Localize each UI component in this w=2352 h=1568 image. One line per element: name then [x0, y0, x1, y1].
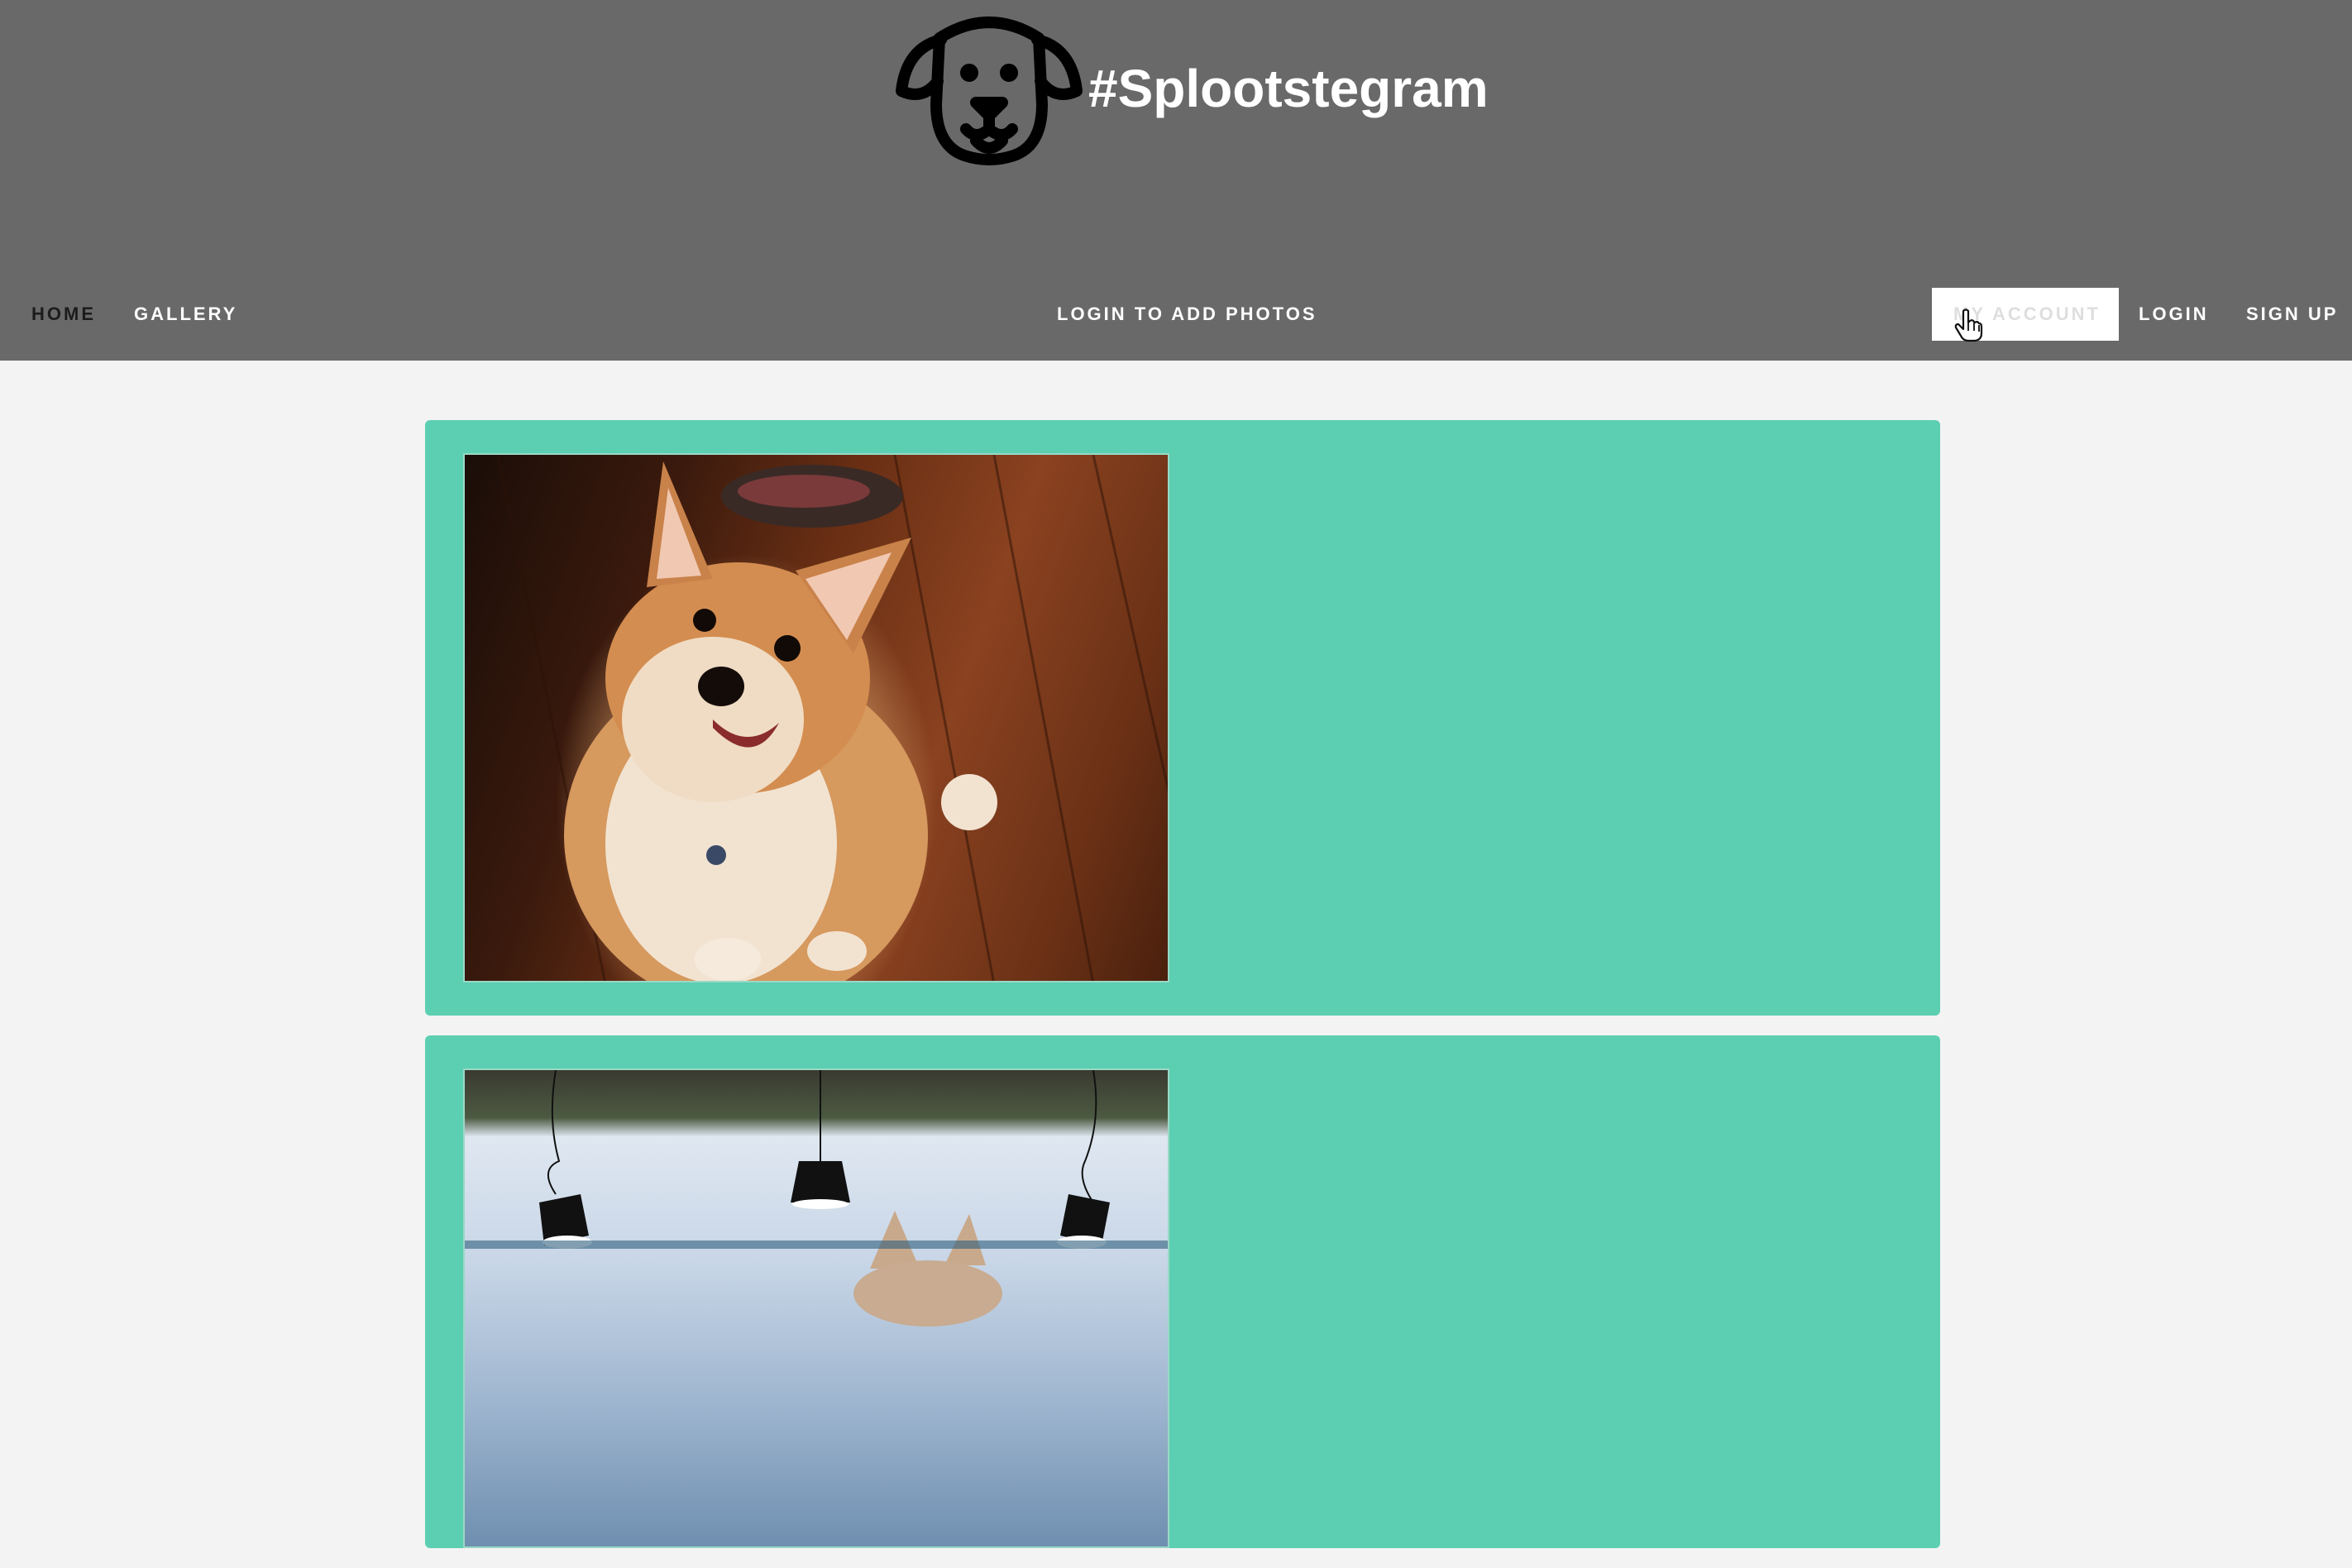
post-photo[interactable] [463, 1068, 1169, 1548]
site-header: #Splootstegram HOME GALLERY LOGIN TO ADD… [0, 0, 2352, 361]
brand[interactable]: #Splootstegram [890, 5, 1489, 175]
nav-sign-up-link[interactable]: SIGN UP [2246, 281, 2338, 347]
nav-home-link[interactable]: HOME [31, 281, 96, 347]
login-to-add-photos-link[interactable]: LOGIN TO ADD PHOTOS [1057, 281, 1317, 347]
nav-login-link[interactable]: LOGIN [2139, 281, 2209, 347]
post-photo[interactable] [463, 453, 1169, 982]
dog-face-icon [890, 5, 1088, 175]
site-title: #Splootstegram [1088, 59, 1489, 118]
photo-feed [425, 420, 1940, 1568]
post-card [425, 420, 1940, 1016]
hand-pointer-cursor-icon [1953, 308, 1983, 342]
main-nav: HOME GALLERY LOGIN TO ADD PHOTOS MY ACCO… [0, 281, 2352, 347]
nav-gallery-link[interactable]: GALLERY [134, 281, 237, 347]
post-card [425, 1035, 1940, 1548]
